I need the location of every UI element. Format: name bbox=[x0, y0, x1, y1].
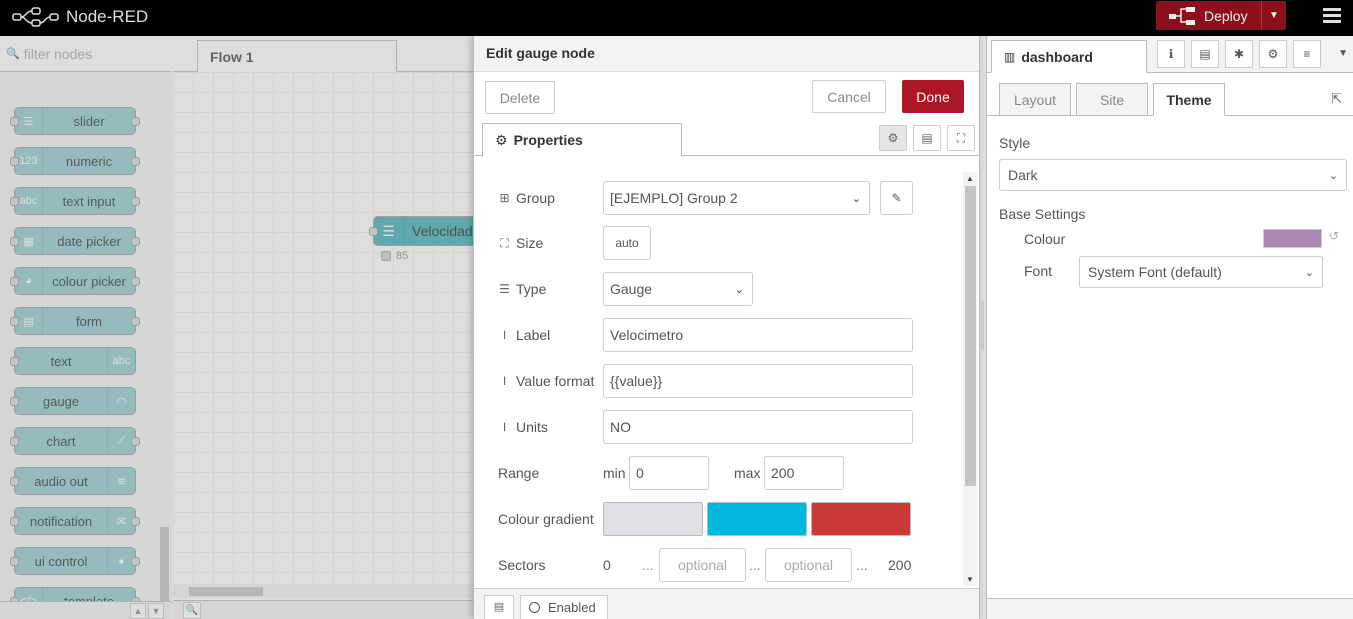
node-red-logo-icon bbox=[12, 7, 59, 27]
units-row: I Units NO bbox=[498, 410, 938, 444]
cancel-button[interactable]: Cancel bbox=[812, 80, 886, 113]
properties-form: ⊞ Group [EJEMPLO] Group 2 ⌄ ✎ ⛶ Size auto ☰… bbox=[474, 157, 964, 586]
size-icon: ⛶ bbox=[500, 235, 509, 250]
text-cursor-icon: I bbox=[502, 374, 507, 388]
min-label: min bbox=[603, 465, 626, 481]
info-icon[interactable]: ℹ bbox=[1157, 40, 1185, 68]
sector-end: 200 bbox=[888, 557, 912, 573]
app-title: Node-RED bbox=[66, 7, 149, 26]
colour-swatch[interactable] bbox=[1263, 229, 1322, 248]
edit-group-button[interactable]: ✎ bbox=[880, 181, 913, 215]
gradient-color-3[interactable] bbox=[811, 502, 911, 536]
type-select[interactable]: Gauge ⌄ bbox=[603, 272, 753, 306]
sector-start: 0 bbox=[603, 557, 611, 573]
base-settings-label: Base Settings bbox=[999, 206, 1086, 222]
tab-site[interactable]: Site bbox=[1076, 83, 1148, 116]
sector-input-1[interactable]: optional bbox=[659, 548, 746, 582]
tray-footer: ▤ Enabled bbox=[474, 588, 979, 619]
sidebar: ▥ dashboard ℹ ▤ ✱ ⚙ ≡ ▼ Layout Site Them… bbox=[981, 36, 1353, 619]
value-format-input[interactable]: {{value}} bbox=[603, 364, 913, 398]
sectors-row: Sectors 0 ... optional ... optional ... … bbox=[498, 548, 938, 582]
table-icon: ⊞ bbox=[499, 191, 510, 205]
reset-icon[interactable]: ↺ bbox=[1329, 229, 1339, 243]
format-row: I Value format {{value}} bbox=[498, 364, 938, 398]
scroll-up-icon[interactable]: ▲ bbox=[966, 174, 974, 183]
chevron-down-icon: ⌄ bbox=[1328, 169, 1338, 182]
deploy-menu-caret-icon[interactable]: ▼ bbox=[1261, 1, 1286, 30]
delete-button[interactable]: Delete bbox=[485, 81, 555, 114]
dashboard-panel: Layout Site Theme ⇱ Style Dark ⌄ Base Set… bbox=[987, 73, 1353, 601]
sidebar-tabs: ▥ dashboard ℹ ▤ ✱ ⚙ ≡ ▼ bbox=[987, 36, 1353, 73]
sidebar-footer bbox=[987, 598, 1353, 619]
modal-backdrop-left bbox=[0, 36, 473, 619]
logo: Node-RED bbox=[12, 6, 148, 28]
done-button[interactable]: Done bbox=[902, 80, 964, 113]
pencil-icon: ✎ bbox=[891, 191, 902, 205]
units-input[interactable]: NO bbox=[603, 410, 913, 444]
group-row: ⊞ Group [EJEMPLO] Group 2 ⌄ ✎ bbox=[498, 181, 938, 215]
font-select[interactable]: System Font (default) ⌄ bbox=[1079, 256, 1323, 288]
deploy-button[interactable]: Deploy ▼ bbox=[1156, 1, 1286, 30]
tray-tabs: ⚙ Properties ⚙ ▤ ⛶ bbox=[474, 120, 979, 157]
sector-input-2[interactable]: optional bbox=[765, 548, 852, 582]
config-gear-icon[interactable]: ⚙ bbox=[1259, 40, 1287, 68]
bar-chart-icon: ▥ bbox=[1004, 49, 1016, 64]
help-book-icon[interactable]: ▤ bbox=[1191, 40, 1219, 68]
main-menu-icon[interactable] bbox=[1323, 8, 1341, 24]
style-select[interactable]: Dark ⌄ bbox=[999, 159, 1347, 191]
list-icon: ☰ bbox=[499, 282, 510, 296]
min-input[interactable]: 0 bbox=[629, 456, 709, 490]
appearance-icon[interactable]: ⛶ bbox=[947, 125, 975, 151]
enabled-toggle[interactable]: Enabled bbox=[520, 595, 608, 619]
sidebar-resize-handle[interactable] bbox=[981, 301, 984, 351]
max-label: max bbox=[734, 465, 761, 481]
debug-bug-icon[interactable]: ✱ bbox=[1225, 40, 1253, 68]
tray-title: Edit gauge node bbox=[474, 36, 979, 72]
range-row: Range min 0 max 200 bbox=[498, 456, 938, 490]
gradient-color-1[interactable] bbox=[603, 502, 703, 536]
gear-icon: ⚙ bbox=[495, 131, 508, 148]
type-row: ☰ Type Gauge ⌄ bbox=[498, 272, 938, 306]
gradient-color-2[interactable] bbox=[707, 502, 807, 536]
external-link-icon[interactable]: ⇱ bbox=[1331, 91, 1342, 107]
description-icon[interactable]: ▤ bbox=[913, 125, 941, 151]
scroll-down-icon[interactable]: ▼ bbox=[966, 575, 974, 584]
deploy-label: Deploy bbox=[1204, 7, 1248, 24]
chevron-down-icon: ⌄ bbox=[1304, 266, 1314, 279]
size-row: ⛶ Size auto bbox=[498, 226, 938, 260]
circle-icon bbox=[529, 602, 540, 613]
max-input[interactable]: 200 bbox=[764, 456, 844, 490]
sidebar-menu-caret-icon[interactable]: ▼ bbox=[1338, 48, 1348, 59]
edit-tray: Edit gauge node Delete Cancel Done ⚙ Pro… bbox=[471, 36, 980, 619]
text-cursor-icon: I bbox=[502, 328, 507, 342]
colour-label: Colour bbox=[1024, 231, 1066, 247]
context-database-icon[interactable]: ≡ bbox=[1293, 40, 1321, 68]
deploy-icon bbox=[1169, 6, 1195, 25]
label-row: I Label Velocimetro bbox=[498, 318, 938, 352]
tab-properties[interactable]: ⚙ Properties bbox=[482, 123, 682, 157]
tab-theme[interactable]: Theme bbox=[1153, 83, 1225, 116]
chevron-down-icon: ⌄ bbox=[851, 192, 861, 205]
tab-dashboard[interactable]: ▥ dashboard bbox=[991, 40, 1147, 73]
gradient-row: Colour gradient bbox=[498, 502, 938, 536]
settings-gear-icon[interactable]: ⚙ bbox=[879, 125, 907, 151]
chevron-down-icon: ⌄ bbox=[734, 283, 744, 296]
font-label: Font bbox=[1024, 263, 1053, 279]
text-cursor-icon: I bbox=[502, 420, 507, 434]
style-label: Style bbox=[999, 135, 1031, 151]
form-scrollbar[interactable]: ▲ ▼ bbox=[963, 172, 977, 586]
size-button[interactable]: auto bbox=[603, 226, 651, 260]
book-icon[interactable]: ▤ bbox=[484, 595, 514, 619]
app-header: Node-RED Deploy ▼ bbox=[0, 0, 1353, 36]
tab-layout[interactable]: Layout bbox=[999, 83, 1071, 116]
dashboard-sub-tabs: Layout Site Theme ⇱ bbox=[987, 83, 1353, 116]
label-input[interactable]: Velocimetro bbox=[603, 318, 913, 352]
group-select[interactable]: [EJEMPLO] Group 2 ⌄ bbox=[603, 181, 870, 215]
